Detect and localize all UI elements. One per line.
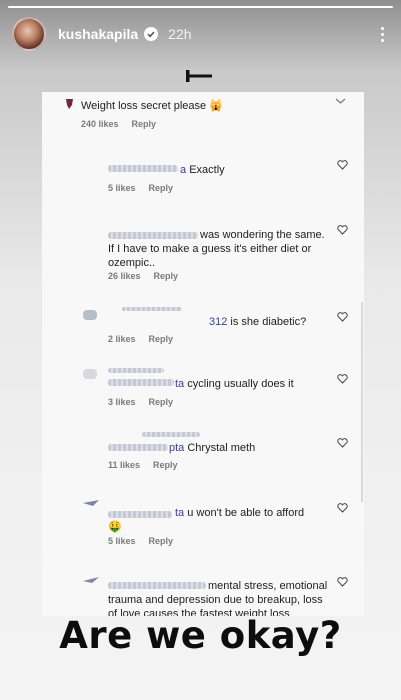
blurred-username — [108, 165, 178, 172]
avatar-fragment-icon — [83, 577, 99, 583]
heart-outline-icon[interactable] — [337, 374, 348, 384]
avatar — [83, 310, 97, 320]
comment-meta: 2 likes Reply — [108, 334, 186, 344]
list-item: ta cycling usually does it 3 likes Reply — [42, 364, 364, 412]
reply-link[interactable]: Reply — [153, 460, 178, 470]
comment-meta: 26 likes Reply — [108, 271, 191, 281]
avatar — [83, 369, 97, 379]
comment-meta: 5 likes Reply — [108, 183, 186, 193]
comments-screenshot: Weight loss secret please 🙀 240 likes Rep… — [42, 92, 364, 616]
like-count: 240 likes — [81, 119, 119, 129]
reply-link[interactable]: Reply — [132, 119, 157, 129]
comment-meta: 240 likes Reply — [81, 119, 169, 129]
story-progress-bar — [8, 6, 393, 8]
comment-text: ta cycling usually does it — [175, 377, 294, 391]
verified-badge-icon — [144, 27, 159, 41]
username-fragment: pta — [169, 442, 185, 454]
comment-body: Exactly — [189, 164, 225, 176]
blurred-username — [108, 444, 168, 451]
avatar-fragment-icon — [66, 99, 73, 109]
comment-text: ta u won't be able to afford — [175, 506, 304, 520]
list-item: Weight loss secret please 🙀 240 likes Rep… — [42, 92, 364, 137]
post-time: 22h — [168, 26, 192, 42]
reply-link[interactable]: Reply — [149, 536, 174, 546]
heart-outline-icon[interactable] — [337, 503, 348, 513]
list-item: was wondering the same. If I have to mak… — [42, 220, 364, 290]
blurred-username — [108, 379, 174, 386]
blurred-username — [108, 582, 206, 589]
story-header: kushakapila 22h — [12, 15, 389, 53]
like-count: 2 likes — [108, 334, 136, 344]
collapse-bar-icon — [186, 70, 212, 82]
comment-body: is she diabetic? — [230, 316, 307, 328]
list-item: 312 is she diabetic? 2 likes Reply — [42, 304, 364, 352]
blurred-username — [108, 232, 198, 239]
reply-link[interactable]: Reply — [149, 397, 174, 407]
like-count: 3 likes — [108, 397, 136, 407]
blurred-username — [108, 368, 164, 373]
reply-link[interactable]: Reply — [154, 271, 179, 281]
like-count: 5 likes — [108, 183, 136, 193]
avatar-fragment-icon — [83, 500, 99, 506]
like-count: 26 likes — [108, 271, 141, 281]
comment-text-line-1: was wondering the same. — [200, 229, 325, 241]
username-fragment: ta — [175, 507, 185, 519]
heart-outline-icon[interactable] — [337, 312, 348, 322]
username-fragment: 312 — [209, 316, 228, 328]
comment-body: cycling usually does it — [187, 378, 294, 390]
username[interactable]: kushakapila — [58, 26, 138, 42]
list-item: ta u won't be able to afford 🤑 5 likes Re… — [42, 496, 364, 552]
username-fragment: a — [180, 164, 187, 176]
blurred-username — [122, 307, 182, 311]
comment-text-line-2: If I have to make a guess it's either di… — [108, 243, 312, 255]
comment-meta: 5 likes Reply — [108, 536, 186, 546]
heart-outline-icon[interactable] — [337, 160, 348, 170]
comment-text: pta Chrystal meth — [169, 441, 255, 455]
blurred-username — [108, 511, 172, 518]
like-count: 11 likes — [108, 460, 141, 470]
like-count: 5 likes — [108, 536, 136, 546]
story-caption: Are we okay? — [59, 614, 342, 657]
scrollbar — [361, 302, 363, 502]
more-vertical-icon[interactable] — [375, 24, 389, 44]
chevron-down-icon[interactable] — [335, 96, 346, 106]
comment-text: a Exactly — [180, 163, 225, 177]
story-background: kushakapila 22h Weight loss secret pleas… — [0, 0, 401, 700]
comment-body: Chrystal meth — [187, 442, 256, 454]
avatar[interactable] — [12, 17, 46, 51]
heart-outline-icon[interactable] — [337, 577, 348, 587]
reply-link[interactable]: Reply — [149, 183, 174, 193]
comment-meta: 3 likes Reply — [108, 397, 186, 407]
heart-outline-icon[interactable] — [337, 225, 348, 235]
comment-text-line-1: mental stress, emotional — [208, 580, 328, 592]
comment-emoji: 🤑 — [108, 521, 122, 533]
comment-text-line-2: trauma and depression due to breakup, lo… — [108, 594, 323, 606]
comment-meta: 11 likes Reply — [108, 460, 191, 470]
comment-text: Weight loss secret please 🙀 — [81, 100, 223, 112]
list-item: mental stress, emotional trauma and depr… — [42, 572, 364, 616]
blurred-username — [142, 432, 200, 437]
comment-text-line-3: ozempic.. — [108, 257, 156, 269]
list-item: a Exactly 5 likes Reply — [42, 152, 364, 197]
heart-outline-icon[interactable] — [337, 438, 348, 448]
reply-link[interactable]: Reply — [149, 334, 174, 344]
story-progress-fill — [8, 6, 393, 8]
username-fragment: ta — [175, 378, 185, 390]
list-item: pta Chrystal meth 11 likes Reply — [42, 428, 364, 476]
comment-text: 312 is she diabetic? — [209, 315, 306, 329]
comment-body: u won't be able to afford — [187, 507, 305, 519]
